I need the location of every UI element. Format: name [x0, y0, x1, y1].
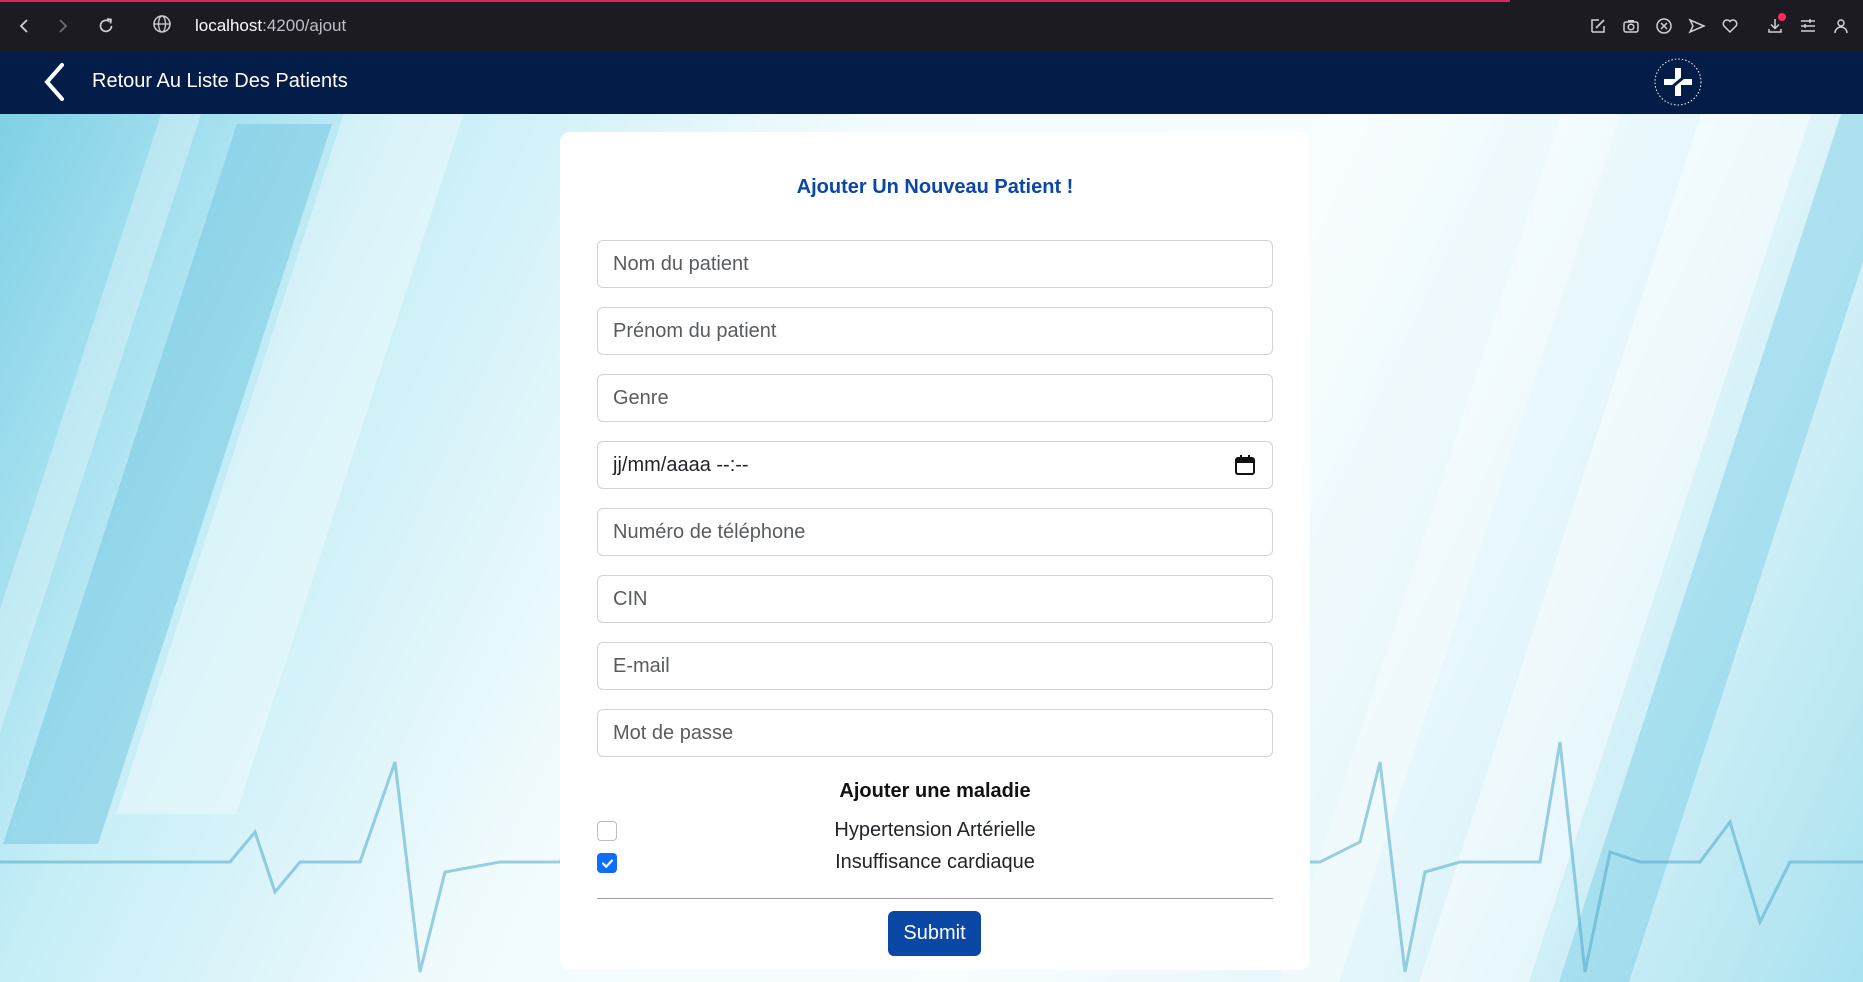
- disease-section-title: Ajouter une maladie: [839, 780, 1031, 802]
- back-to-patients-link[interactable]: Retour Au Liste Des Patients: [92, 70, 348, 93]
- submit-button[interactable]: Submit: [888, 911, 981, 956]
- browser-forward-icon[interactable]: [49, 12, 77, 40]
- app-header: Retour Au Liste Des Patients: [0, 51, 1863, 114]
- email-input[interactable]: [597, 642, 1273, 690]
- customize-icon[interactable]: [1792, 10, 1824, 42]
- form-title: Ajouter Un Nouveau Patient !: [796, 176, 1074, 198]
- calendar-icon[interactable]: [1234, 454, 1256, 476]
- download-icon[interactable]: [1759, 10, 1791, 42]
- gender-input[interactable]: [597, 374, 1273, 422]
- chevron-left-icon[interactable]: [40, 61, 70, 103]
- url-host: localhost: [195, 16, 263, 35]
- phone-input[interactable]: [597, 508, 1273, 556]
- send-icon[interactable]: [1681, 10, 1713, 42]
- birthdate-input[interactable]: jj/mm/aaaa --:--: [597, 441, 1273, 489]
- screenshot-icon[interactable]: [1615, 10, 1647, 42]
- hypertension-label: Hypertension Artérielle: [834, 819, 1036, 841]
- close-circle-icon[interactable]: [1648, 10, 1680, 42]
- address-bar[interactable]: localhost:4200/ajout: [195, 16, 346, 36]
- add-patient-card: Ajouter Un Nouveau Patient ! jj/mm/aaaa …: [560, 132, 1310, 970]
- doccare-logo-icon: [1654, 58, 1702, 106]
- cin-input[interactable]: [597, 575, 1273, 623]
- password-input[interactable]: [597, 709, 1273, 757]
- url-path: :4200/ajout: [262, 16, 347, 35]
- account-icon[interactable]: [1825, 10, 1857, 42]
- form-divider: [597, 898, 1273, 899]
- disease-option-cardiac: Insuffisance cardiaque: [597, 850, 1273, 878]
- heart-icon[interactable]: [1714, 10, 1746, 42]
- disease-option-hypertension: Hypertension Artérielle: [597, 818, 1273, 846]
- cardiac-label: Insuffisance cardiaque: [835, 851, 1035, 873]
- page-load-indicator: [0, 0, 1510, 2]
- browser-back-icon[interactable]: [10, 12, 38, 40]
- globe-icon: [152, 14, 174, 36]
- edit-page-icon[interactable]: [1582, 10, 1614, 42]
- patient-name-input[interactable]: [597, 240, 1273, 288]
- date-value: jj/mm/aaaa --:--: [613, 453, 749, 476]
- browser-toolbar-icons: [1582, 0, 1863, 51]
- patient-firstname-input[interactable]: [597, 307, 1273, 355]
- browser-reload-icon[interactable]: [92, 12, 120, 40]
- browser-toolbar: localhost:4200/ajout: [0, 0, 1863, 51]
- download-badge: [1778, 12, 1786, 21]
